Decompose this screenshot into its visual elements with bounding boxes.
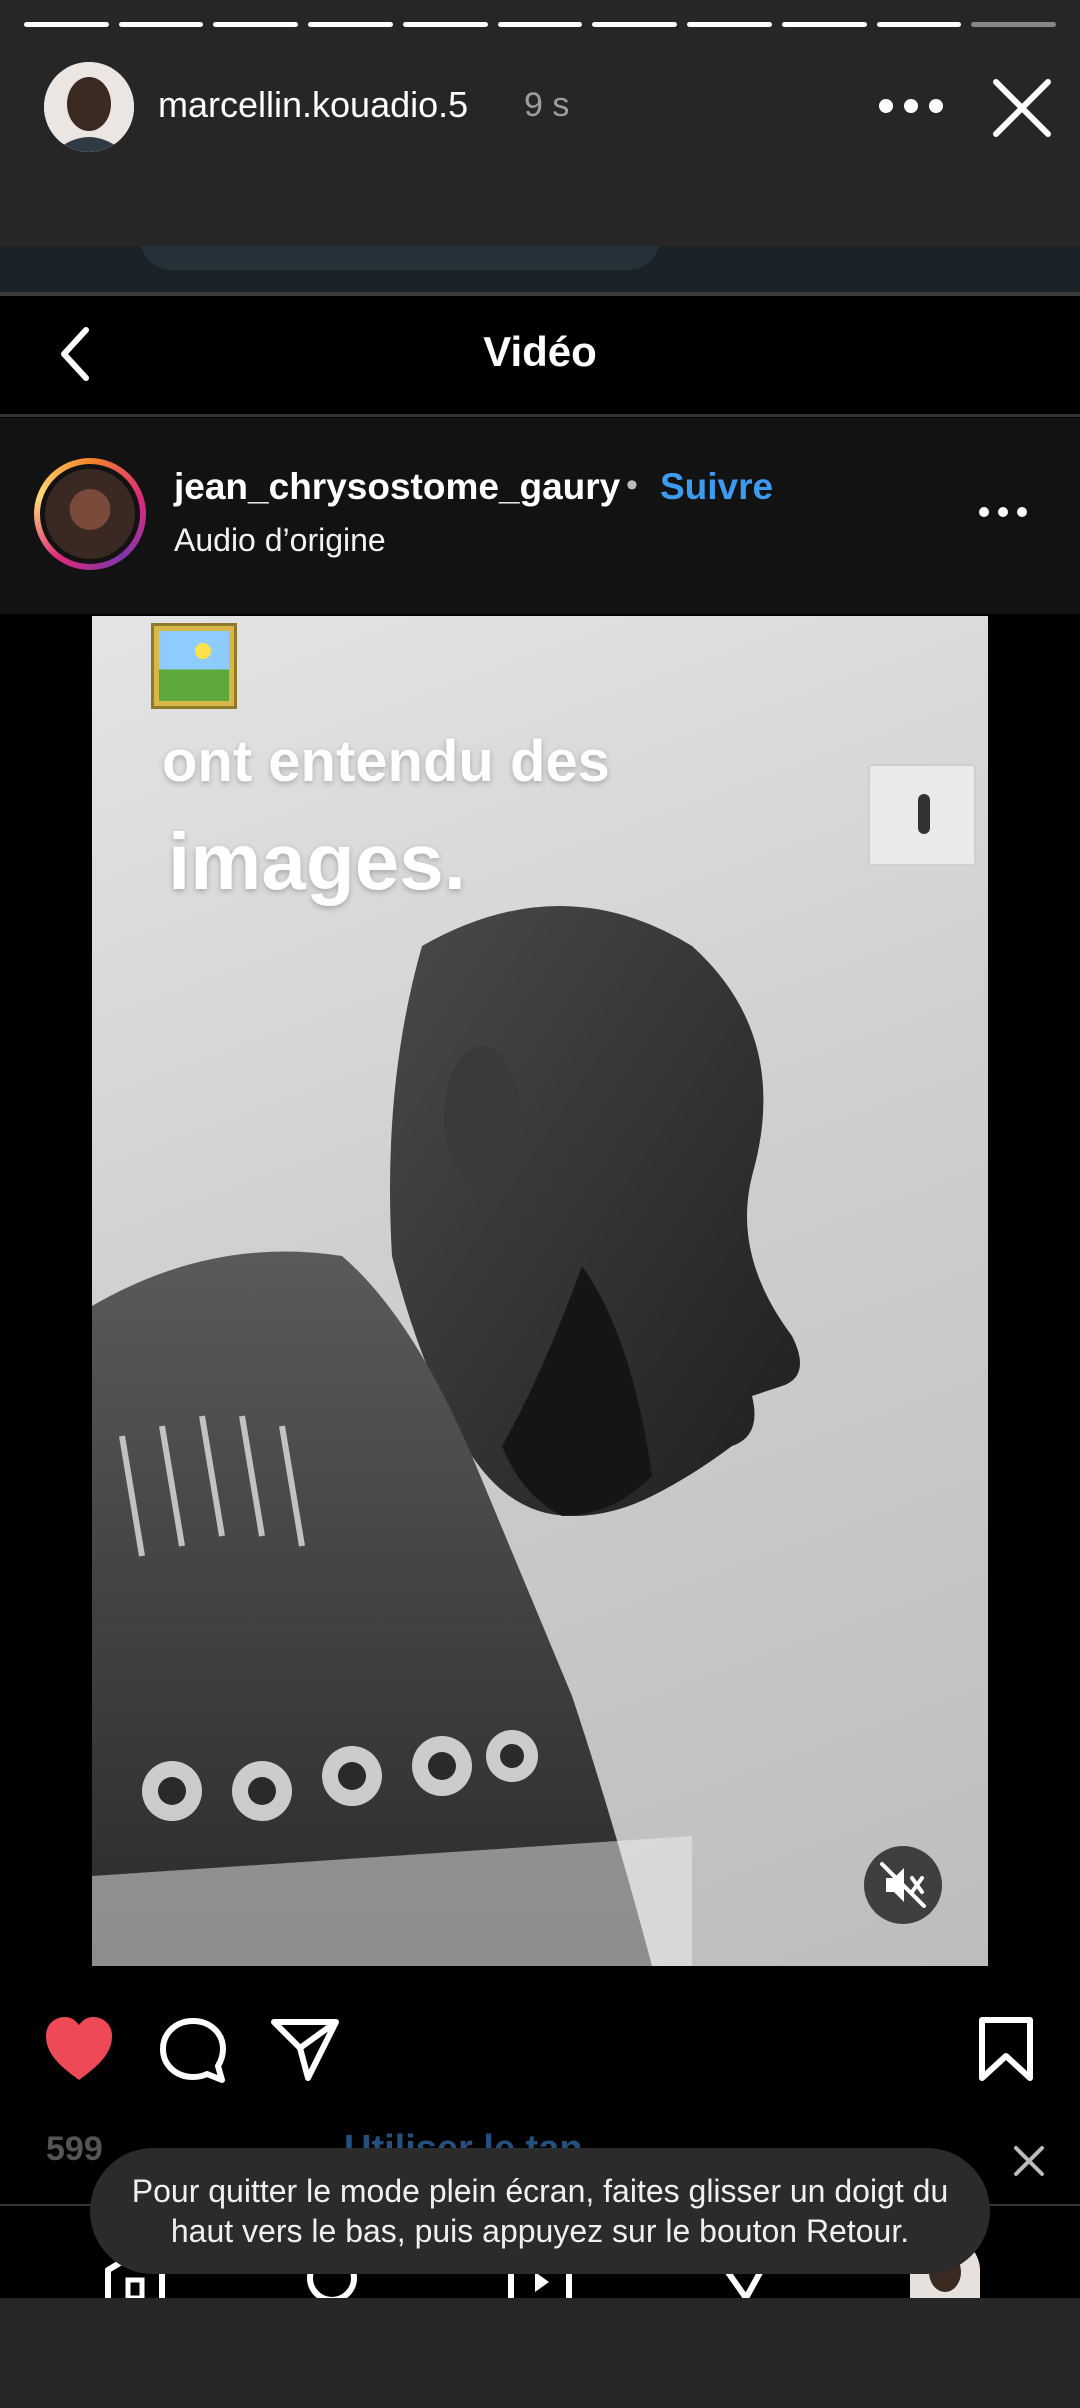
bookmark-icon: [976, 2016, 1036, 2082]
toast-message: Pour quitter le mode plein écran, faites…: [131, 2173, 949, 2249]
story-progress-segment: [687, 22, 772, 27]
more-icon[interactable]: [876, 86, 946, 126]
embed-nav-bar: Vidéo: [0, 296, 1080, 414]
shared-post-screenshot: Vidéo jean_chrysostome_gaury • Suivre Au…: [0, 246, 1080, 2298]
post-avatar: [34, 458, 146, 570]
story-progress-segment: [402, 22, 488, 27]
comment-icon: [158, 2016, 228, 2086]
more-icon: [978, 502, 1028, 522]
story-progress-segment: [781, 22, 867, 27]
share-icon: [270, 2016, 340, 2082]
post-video: ont entendu des images.: [92, 616, 988, 1966]
separator-dot: •: [626, 466, 638, 504]
story-progress-segment: [876, 22, 962, 27]
story-progress-segment: [24, 22, 109, 27]
story-progress: [24, 22, 1057, 28]
picture-sticker-icon: [154, 626, 234, 706]
post-header: jean_chrysostome_gaury • Suivre Audio d’…: [0, 418, 1080, 614]
story-progress-segment: [497, 22, 583, 27]
story-progress-segment: [118, 22, 204, 27]
story-progress-segment: [971, 22, 1057, 27]
close-icon[interactable]: [990, 76, 1054, 140]
divider: [0, 414, 1080, 417]
post-username: jean_chrysostome_gaury: [174, 466, 621, 507]
embed-top-strip: [0, 246, 1080, 294]
close-icon: [1012, 2144, 1046, 2178]
story-time: 9 s: [524, 86, 570, 124]
likes-count: 599: [46, 2130, 103, 2168]
story-progress-segment: [592, 22, 678, 27]
heart-icon: [42, 2014, 116, 2084]
story-username[interactable]: marcellin.kouadio.5: [158, 84, 468, 126]
wall-outlet: [868, 764, 976, 866]
story-progress-segment: [308, 22, 393, 27]
page-title: Vidéo: [483, 328, 597, 375]
video-caption: ont entendu des: [162, 729, 610, 794]
fullscreen-toast: Pour quitter le mode plein écran, faites…: [90, 2148, 990, 2274]
follow-link: Suivre: [660, 466, 774, 507]
post-audio-label: Audio d’origine: [174, 522, 386, 558]
mute-icon: [864, 1846, 942, 1924]
back-icon: [50, 324, 110, 384]
story-bottom-area: [0, 2298, 1080, 2408]
story-avatar[interactable]: [44, 62, 134, 152]
video-caption: images.: [168, 817, 466, 906]
story-progress-segment: [213, 22, 299, 27]
